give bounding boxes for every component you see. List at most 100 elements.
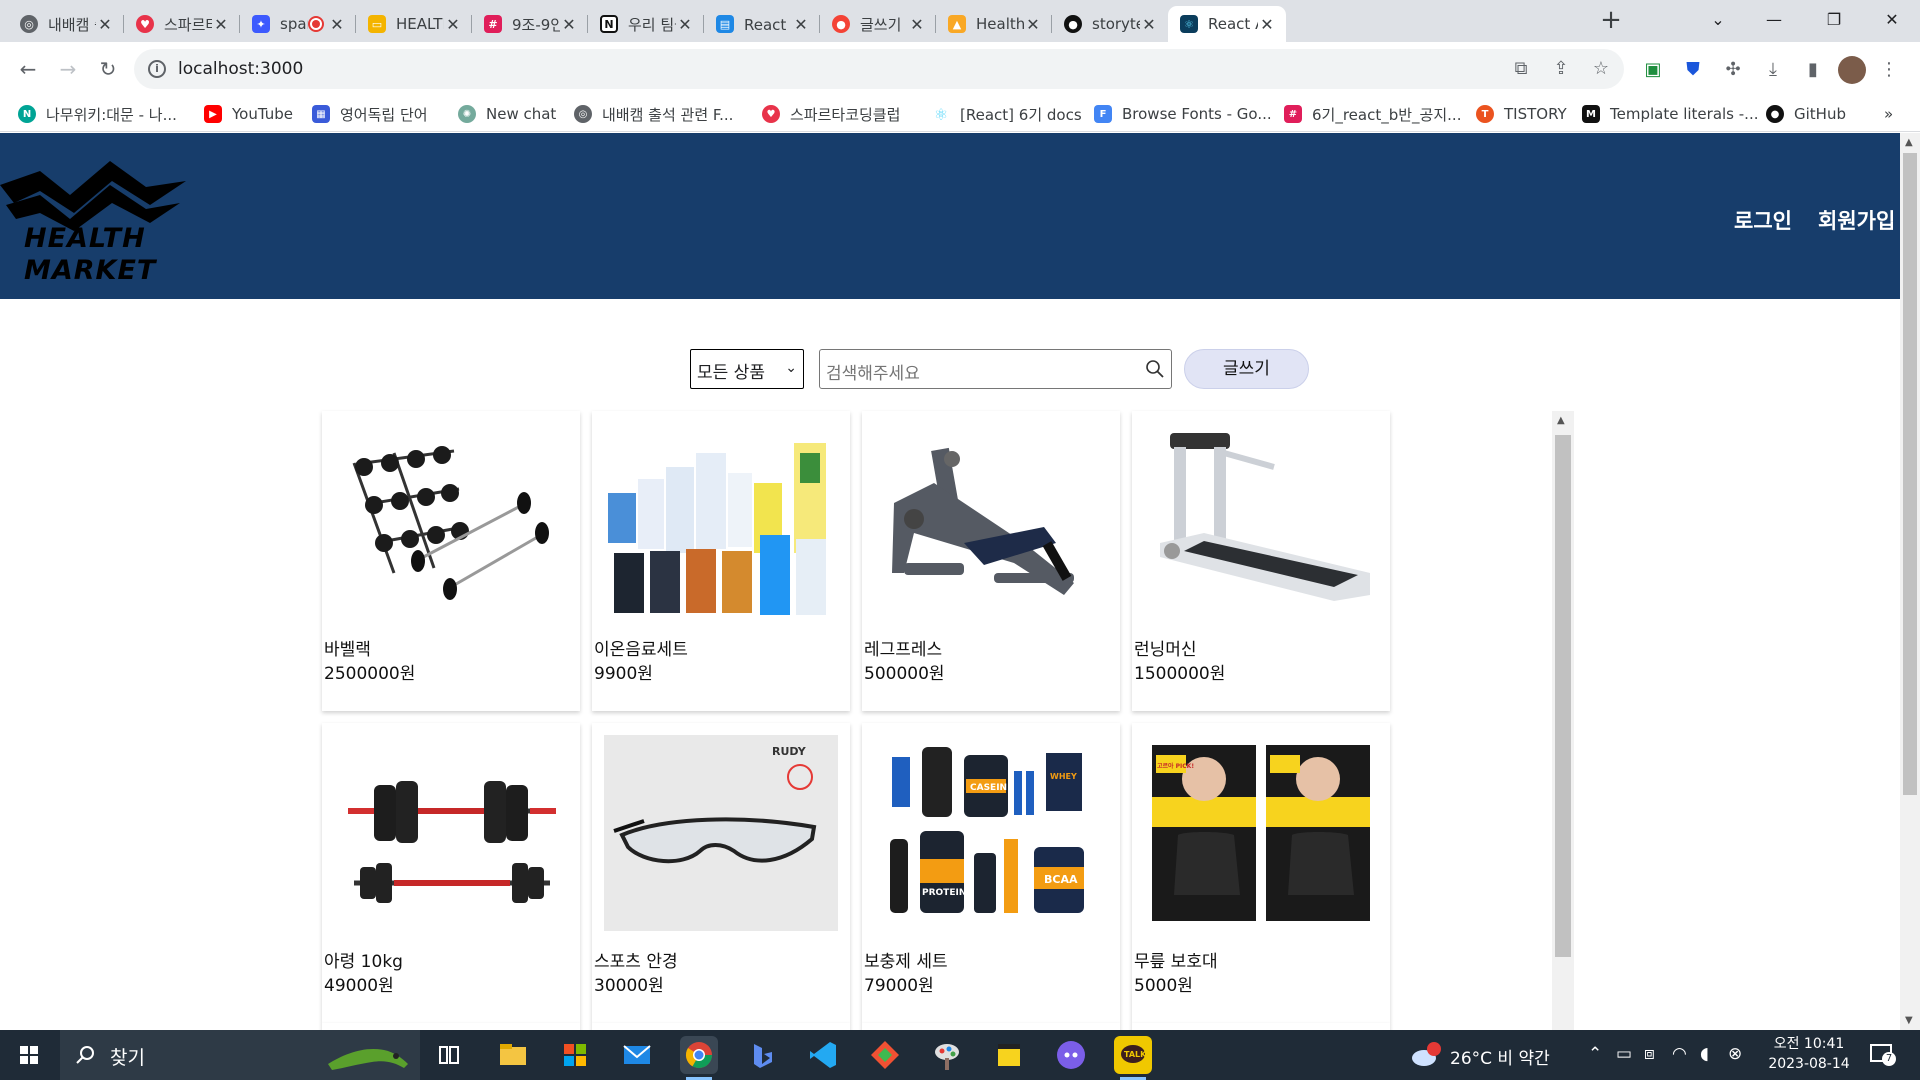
restore-button[interactable]: ❐ bbox=[1806, 0, 1862, 38]
kakaotalk-icon[interactable]: TALK bbox=[1114, 1036, 1152, 1080]
bing-icon[interactable] bbox=[742, 1036, 780, 1074]
close-tab-icon[interactable]: ✕ bbox=[560, 15, 578, 34]
bookmark-item[interactable]: M Template literals -... bbox=[1582, 102, 1758, 126]
bookmarks-more-button[interactable]: » bbox=[1884, 102, 1893, 126]
scroll-thumb[interactable] bbox=[1555, 435, 1571, 957]
tab-search-chevron-icon[interactable]: ⌄ bbox=[1690, 0, 1746, 38]
sticky-notes-icon[interactable] bbox=[990, 1036, 1028, 1074]
bookmark-item[interactable]: #6기_react_b반_공지... bbox=[1284, 102, 1461, 126]
volume-icon[interactable]: ◖ bbox=[1700, 1044, 1709, 1064]
product-card[interactable]: 이온음료세트 9900원 bbox=[592, 411, 850, 711]
product-card[interactable]: 아령 10kg 49000원 bbox=[322, 723, 580, 1023]
close-tab-icon[interactable]: ✕ bbox=[328, 15, 346, 34]
scroll-thumb[interactable] bbox=[1903, 153, 1917, 795]
windows-start-icon[interactable] bbox=[0, 1030, 58, 1080]
bookmark-item[interactable]: N 나무위키:대문 - 나... bbox=[18, 102, 177, 126]
close-tab-icon[interactable]: ✕ bbox=[444, 15, 462, 34]
close-tab-icon[interactable]: ✕ bbox=[792, 15, 810, 34]
address-bar[interactable]: i localhost:3000 ⧉ ⇪ ☆ bbox=[134, 49, 1624, 89]
weather-text[interactable]: 26°C 비 약간 bbox=[1450, 1044, 1550, 1069]
close-tab-icon[interactable]: ✕ bbox=[212, 15, 230, 34]
scroll-up-icon[interactable]: ▲ bbox=[1557, 415, 1565, 426]
product-card[interactable] bbox=[592, 1023, 850, 1030]
product-card[interactable] bbox=[1132, 1023, 1390, 1030]
microsoft-store-icon[interactable] bbox=[556, 1036, 594, 1074]
product-card[interactable] bbox=[862, 1023, 1120, 1030]
wifi-icon[interactable]: ◠ bbox=[1672, 1044, 1687, 1064]
file-explorer-icon[interactable] bbox=[494, 1036, 532, 1074]
device-icon[interactable]: ⧈ bbox=[1644, 1044, 1655, 1064]
bookmark-item[interactable]: ♥ 스파르타코딩클럽 bbox=[762, 102, 900, 126]
extension-green-icon[interactable]: ▣ bbox=[1640, 57, 1666, 83]
close-window-button[interactable]: ✕ bbox=[1864, 0, 1920, 38]
taskbar-clock[interactable]: 오전 10:41 2023-08-14 bbox=[1764, 1034, 1854, 1074]
close-tab-icon[interactable]: ✕ bbox=[1258, 15, 1276, 34]
bookmark-item[interactable]: F Browse Fonts - Go... bbox=[1094, 102, 1272, 126]
bookmark-item[interactable]: ▶ YouTube bbox=[204, 102, 293, 126]
browser-tab[interactable]: ♥스파르타✕ bbox=[124, 6, 240, 42]
product-card[interactable] bbox=[322, 1023, 580, 1030]
paint-icon[interactable] bbox=[928, 1036, 966, 1074]
discord-icon[interactable] bbox=[1052, 1036, 1090, 1074]
vscode-icon[interactable] bbox=[804, 1036, 842, 1074]
new-tab-button[interactable]: + bbox=[1596, 6, 1626, 36]
taskbar-search[interactable]: 찾기 bbox=[60, 1030, 420, 1080]
bookmark-item[interactable]: ✺ New chat bbox=[458, 102, 556, 126]
chrome-icon[interactable] bbox=[680, 1036, 718, 1080]
side-panel-icon[interactable]: ▮ bbox=[1800, 57, 1826, 83]
product-card[interactable]: CASEIN WHEY PROTEIN BCAA 보충제 세트 79000원 bbox=[862, 723, 1120, 1023]
profile-avatar[interactable] bbox=[1838, 56, 1866, 84]
mail-icon[interactable] bbox=[618, 1036, 656, 1074]
browser-tab[interactable]: ● 글쓰기 ✕ bbox=[820, 6, 936, 42]
minimize-button[interactable]: — bbox=[1746, 0, 1802, 38]
browser-tab[interactable]: ✦spart✕ bbox=[240, 6, 356, 42]
close-tab-icon[interactable]: ✕ bbox=[96, 15, 114, 34]
ime-icon[interactable]: ⊗ bbox=[1728, 1044, 1742, 1064]
shield-extension-icon[interactable]: ⛊ bbox=[1680, 57, 1706, 83]
browser-tab[interactable]: #9조-9인9✕ bbox=[472, 6, 588, 42]
notification-center-icon[interactable]: 7 bbox=[1868, 1042, 1896, 1068]
browser-tab-active[interactable]: ⚛React Ap✕ bbox=[1168, 6, 1286, 42]
scroll-down-icon[interactable]: ▼ bbox=[1905, 1015, 1913, 1026]
product-card[interactable]: 고르아 PICK! 무릎 보호대 5000원 bbox=[1132, 723, 1390, 1023]
battery-icon[interactable]: ▭ bbox=[1616, 1044, 1632, 1064]
page-scrollbar[interactable]: ▲ ▼ bbox=[1900, 133, 1920, 1030]
product-card[interactable]: 레그프레스 500000원 bbox=[862, 411, 1120, 711]
bookmark-item[interactable]: ● GitHub bbox=[1766, 102, 1846, 126]
category-select[interactable]: 모든 상품 ⌄ bbox=[690, 349, 804, 389]
close-tab-icon[interactable]: ✕ bbox=[1024, 15, 1042, 34]
translate-icon[interactable]: ⧉ bbox=[1510, 58, 1532, 80]
product-list-scrollbar[interactable]: ▲ bbox=[1552, 411, 1574, 1030]
browser-tab[interactable]: ▲Healthm✕ bbox=[936, 6, 1052, 42]
bookmark-item[interactable]: ⚛ [React] 6기 docs bbox=[932, 102, 1082, 126]
extensions-puzzle-icon[interactable]: ✣ bbox=[1720, 57, 1746, 83]
task-view-icon[interactable] bbox=[430, 1036, 468, 1074]
close-tab-icon[interactable]: ✕ bbox=[676, 15, 694, 34]
menu-kebab-icon[interactable]: ⋮ bbox=[1876, 57, 1902, 83]
search-icon[interactable] bbox=[1145, 359, 1165, 379]
reload-button[interactable]: ↻ bbox=[94, 55, 122, 83]
bookmark-item[interactable]: T TISTORY bbox=[1476, 102, 1567, 126]
site-info-icon[interactable]: i bbox=[148, 60, 166, 78]
download-icon[interactable]: ⤓ bbox=[1760, 57, 1786, 83]
search-input[interactable]: 검색해주세요 bbox=[819, 349, 1172, 389]
write-post-button[interactable]: 글쓰기 bbox=[1184, 349, 1309, 389]
scroll-up-icon[interactable]: ▲ bbox=[1905, 137, 1913, 148]
login-link[interactable]: 로그인 bbox=[1734, 205, 1792, 235]
close-tab-icon[interactable]: ✕ bbox=[908, 15, 926, 34]
product-card[interactable]: 바벨랙 2500000원 bbox=[322, 411, 580, 711]
bookmark-item[interactable]: ▦ 영어독립 단어 bbox=[312, 102, 428, 126]
address-url[interactable]: localhost:3000 bbox=[178, 59, 303, 79]
tray-chevron-icon[interactable]: ⌃ bbox=[1588, 1044, 1602, 1064]
back-button[interactable]: ← bbox=[14, 55, 42, 83]
browser-tab[interactable]: ◎내배캠 출✕ bbox=[8, 6, 124, 42]
product-card[interactable]: RUDY 스포츠 안경 30000원 bbox=[592, 723, 850, 1023]
git-client-icon[interactable] bbox=[866, 1036, 904, 1074]
browser-tab[interactable]: ●storytelle✕ bbox=[1052, 6, 1168, 42]
browser-tab[interactable]: N우리 팀을✕ bbox=[588, 6, 704, 42]
share-icon[interactable]: ⇪ bbox=[1550, 58, 1572, 80]
forward-button[interactable]: → bbox=[54, 55, 82, 83]
close-tab-icon[interactable]: ✕ bbox=[1140, 15, 1158, 34]
browser-tab[interactable]: ▤React 심✕ bbox=[704, 6, 820, 42]
bookmark-star-icon[interactable]: ☆ bbox=[1590, 58, 1612, 80]
